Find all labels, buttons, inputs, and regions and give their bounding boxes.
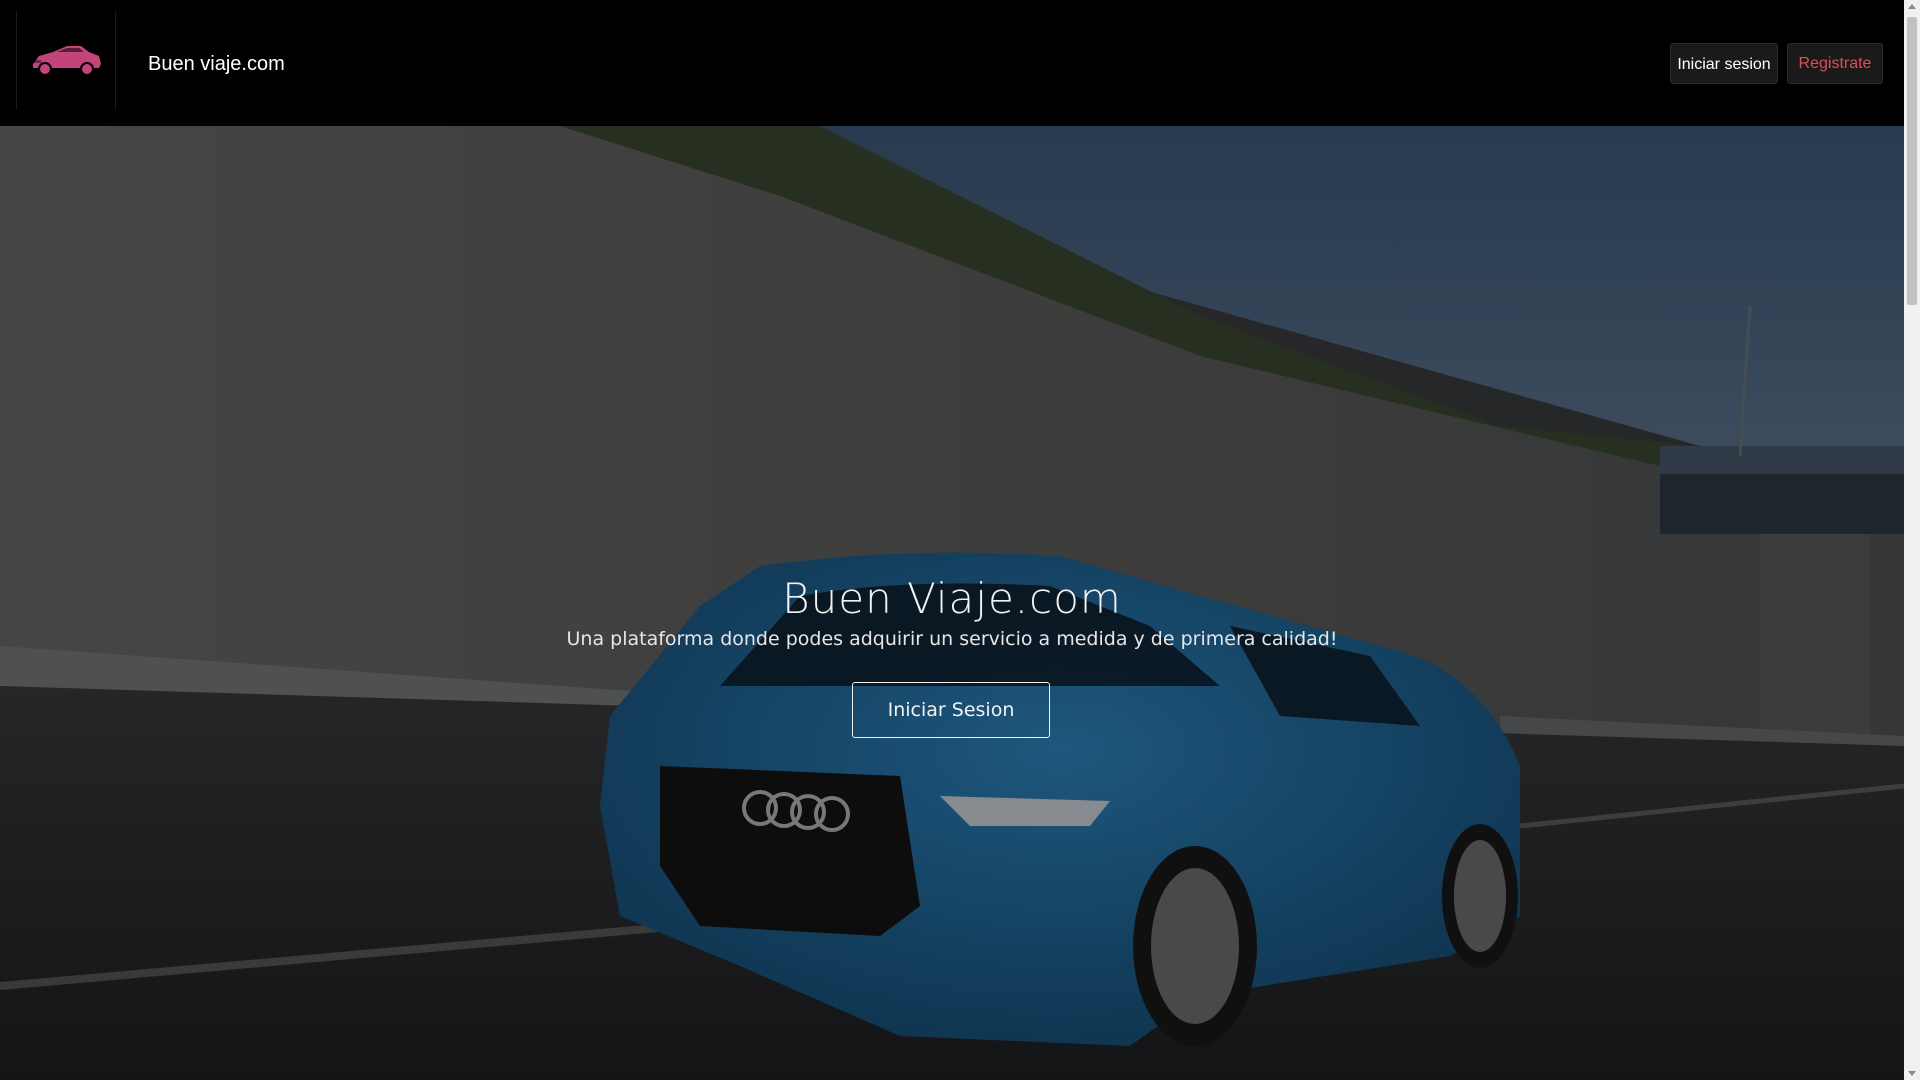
brand-name[interactable]: Buen viaje.com	[148, 50, 285, 78]
scroll-down-icon[interactable]	[1908, 1071, 1916, 1076]
scroll-up-icon[interactable]	[1908, 4, 1916, 9]
vertical-scrollbar[interactable]	[1904, 0, 1920, 1080]
logo[interactable]	[16, 12, 116, 110]
hero-title: Buen Viaje.com	[782, 574, 1122, 623]
navbar: Buen viaje.com Iniciar sesion Registrate	[0, 0, 1904, 126]
hero-login-button[interactable]: Iniciar Sesion	[852, 682, 1050, 738]
hero-subtitle: Una plataforma donde podes adquirir un s…	[566, 628, 1338, 650]
scrollbar-thumb[interactable]	[1907, 17, 1917, 305]
register-button[interactable]: Registrate	[1787, 43, 1883, 84]
login-button[interactable]: Iniciar sesion	[1670, 43, 1778, 84]
car-icon	[31, 46, 101, 76]
hero-section: Buen Viaje.com Una plataforma donde pode…	[0, 126, 1904, 1080]
